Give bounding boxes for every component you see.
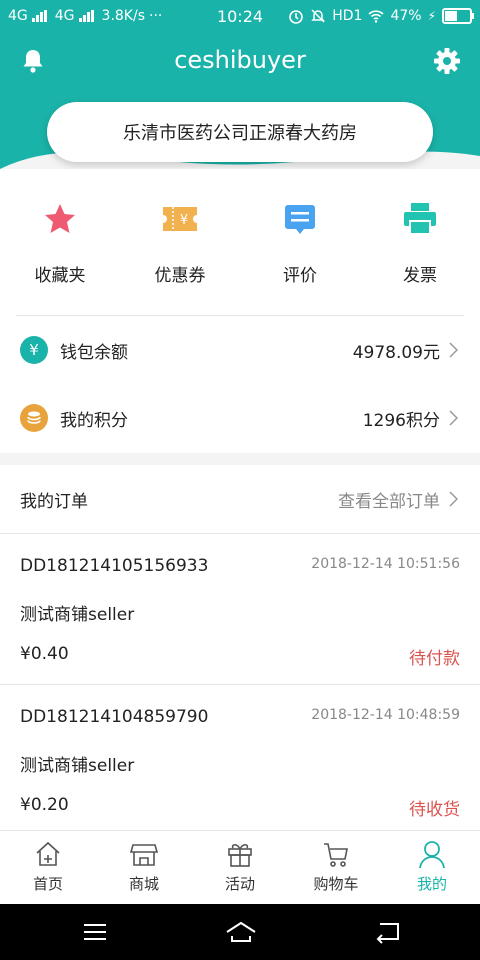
battery-icon [442,8,474,24]
coins-icon [20,404,48,432]
points-row[interactable]: 我的积分 1296积分 [0,385,480,451]
gift-icon [228,843,252,867]
page-title: ceshibuyer [174,46,306,74]
tab-label: 商城 [128,875,159,893]
wallet-row[interactable]: ¥ 钱包余额 4978.09元 [0,317,480,383]
profile-icon [419,841,445,869]
status-right: HD1 47% ⚡ [288,8,474,24]
star-icon [45,204,75,233]
account-panel: 收藏夹 ¥ 优惠券 评价 发票 ¥ 钱包余额 4978.09元 我的积分 129… [0,169,480,453]
store-icon [129,844,159,866]
tab-label: 购物车 [313,875,359,893]
quick-action-label: 优惠券 [154,266,206,286]
quick-action-reviews[interactable]: 评价 [240,169,360,314]
tab-store[interactable]: 商城 [96,831,192,905]
quick-action-favorites[interactable]: 收藏夹 [0,169,120,314]
system-nav-bar [0,904,480,960]
svg-text:¥: ¥ [180,213,188,228]
points-value: 1296积分 [362,410,440,431]
quick-action-label: 发票 [403,266,437,286]
quick-action-label: 收藏夹 [34,266,86,286]
tab-label: 首页 [32,875,63,893]
order-price: ¥0.40 [20,644,69,664]
menu-icon[interactable] [80,918,110,946]
tab-profile[interactable]: 我的 [384,831,480,905]
order-price: ¥0.20 [20,795,69,815]
hd-label: HD1 [332,8,363,24]
tab-home[interactable]: 首页 [0,831,96,905]
home-button-icon[interactable] [224,918,258,946]
orders-title: 我的订单 [20,491,88,512]
order-shop: 测试商铺seller [20,756,135,776]
review-icon [285,205,315,234]
store-name: 乐清市医药公司正源春大药房 [123,123,357,144]
order-status: 待收货 [409,800,460,820]
quick-action-invoice[interactable]: 发票 [360,169,480,314]
order-status: 待付款 [409,649,460,669]
back-icon[interactable] [372,918,402,946]
order-item[interactable]: DD181214105156933 2018-12-14 10:51:56 测试… [0,534,480,684]
order-shop: 测试商铺seller [20,605,135,625]
quick-actions: 收藏夹 ¥ 优惠券 评价 发票 [0,169,480,314]
orders-header[interactable]: 我的订单 查看全部订单 [0,465,480,533]
wallet-label: 钱包余额 [60,342,128,363]
quick-action-coupons[interactable]: ¥ 优惠券 [120,169,240,314]
view-all-orders-link[interactable]: 查看全部订单 [338,487,440,512]
store-name-button[interactable]: 乐清市医药公司正源春大药房 [47,102,433,162]
header: ceshibuyer 乐清市医药公司正源春大药房 [0,34,480,169]
chevron-right-icon [449,410,458,426]
home-icon [36,841,60,866]
battery-percent: 47% [390,8,422,24]
tab-label: 活动 [224,875,255,893]
order-time: 2018-12-14 10:51:56 [311,556,460,572]
chevron-right-icon [449,342,458,358]
tab-activity[interactable]: 活动 [192,831,288,905]
invoice-icon [404,203,436,235]
order-id: DD181214105156933 [20,556,209,576]
divider [16,315,464,316]
alarm-icon [289,10,304,24]
chevron-right-icon [449,491,458,507]
coupon-icon: ¥ [163,207,197,231]
order-id: DD181214104859790 [20,707,209,727]
order-item[interactable]: DD181214104859790 2018-12-14 10:48:59 测试… [0,685,480,835]
gear-icon[interactable] [432,46,462,76]
status-bar: 4G 4G 3.8K/s ··· 10:24 HD1 47% ⚡ [0,0,480,34]
wifi-icon [368,10,384,23]
mute-icon [311,9,326,23]
order-time: 2018-12-14 10:48:59 [311,707,460,723]
tab-label: 我的 [416,875,447,893]
tab-cart[interactable]: 购物车 [288,831,384,905]
wallet-icon: ¥ [20,336,48,364]
cart-icon [324,843,348,867]
quick-action-label: 评价 [283,266,317,286]
wallet-value: 4978.09元 [352,342,440,363]
bottom-tab-bar: 首页 商城 活动 购物车 我的 [0,830,480,905]
points-label: 我的积分 [60,410,128,431]
battery-fill [445,11,458,21]
charging-icon: ⚡ [427,9,436,23]
